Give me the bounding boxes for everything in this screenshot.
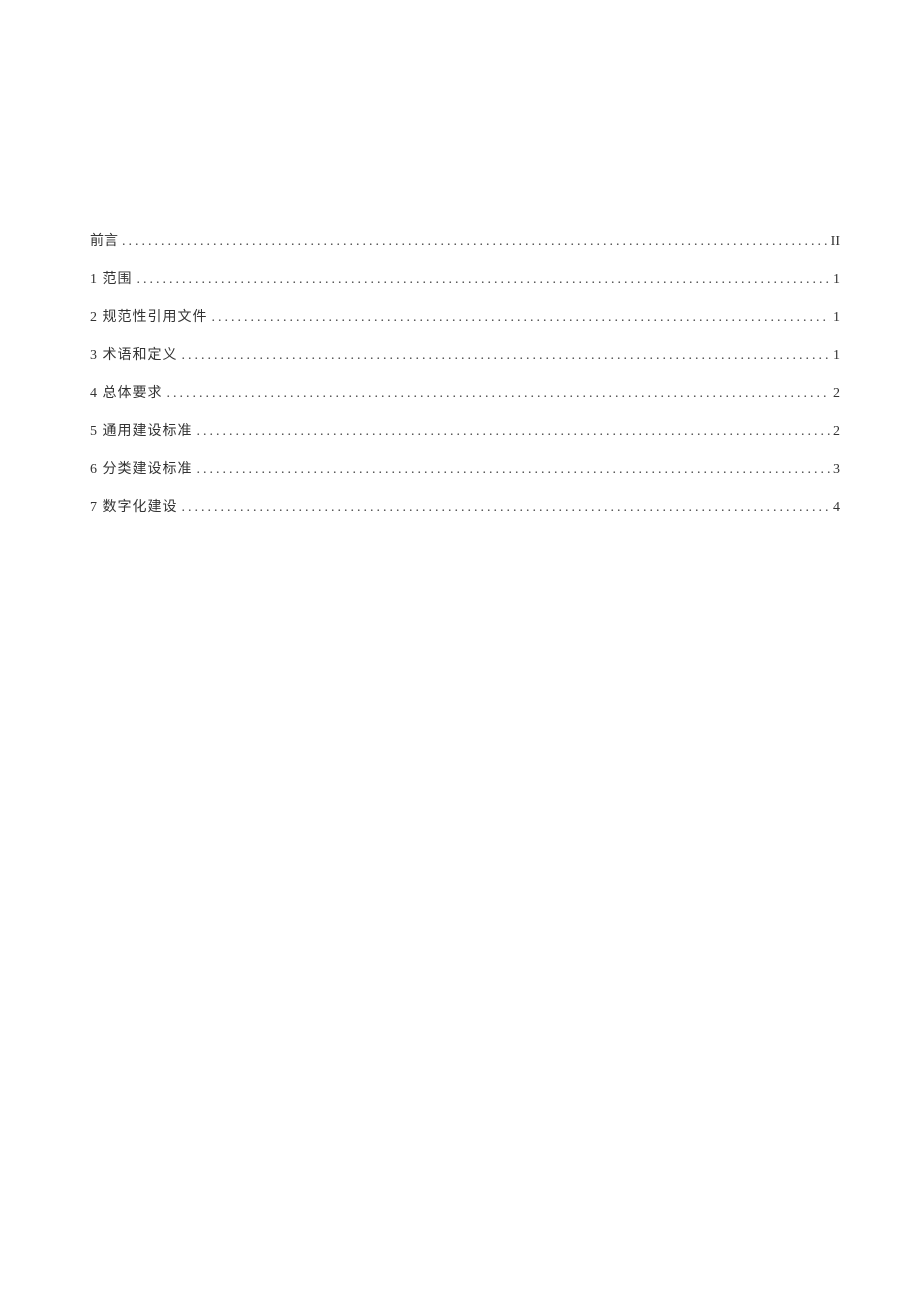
toc-entry: 3 术语和定义 1 (90, 344, 840, 364)
toc-label: 2 规范性引用文件 (90, 306, 208, 326)
toc-entry: 2 规范性引用文件 1 (90, 306, 840, 326)
toc-leader-dots (163, 386, 831, 402)
toc-leader-dots (178, 348, 831, 364)
toc-page-number: 1 (830, 272, 840, 288)
toc-page-number: 2 (830, 424, 840, 440)
toc-entry: 5 通用建设标准 2 (90, 420, 840, 440)
toc-label: 前言 (90, 230, 118, 250)
toc-entry: 1 范围 1 (90, 268, 840, 288)
toc-page-number: II (830, 234, 840, 250)
table-of-contents: 前言 II 1 范围 1 2 规范性引用文件 1 3 术语和定义 1 4 总体要… (90, 230, 840, 516)
toc-page-number: 1 (830, 348, 840, 364)
toc-page-number: 4 (830, 500, 840, 516)
toc-leader-dots (133, 272, 831, 288)
toc-leader-dots (118, 234, 830, 250)
toc-page-number: 1 (830, 310, 840, 326)
toc-label: 3 术语和定义 (90, 344, 178, 364)
toc-label: 4 总体要求 (90, 382, 163, 402)
toc-label: 1 范围 (90, 268, 133, 288)
toc-label: 7 数字化建设 (90, 496, 178, 516)
toc-entry: 7 数字化建设 4 (90, 496, 840, 516)
toc-page-number: 3 (830, 462, 840, 478)
toc-leader-dots (178, 500, 831, 516)
toc-leader-dots (193, 424, 831, 440)
toc-entry: 4 总体要求 2 (90, 382, 840, 402)
toc-label: 5 通用建设标准 (90, 420, 193, 440)
toc-leader-dots (193, 462, 831, 478)
toc-page-number: 2 (830, 386, 840, 402)
toc-entry: 前言 II (90, 230, 840, 250)
toc-leader-dots (208, 310, 831, 326)
toc-entry: 6 分类建设标准 3 (90, 458, 840, 478)
toc-label: 6 分类建设标准 (90, 458, 193, 478)
